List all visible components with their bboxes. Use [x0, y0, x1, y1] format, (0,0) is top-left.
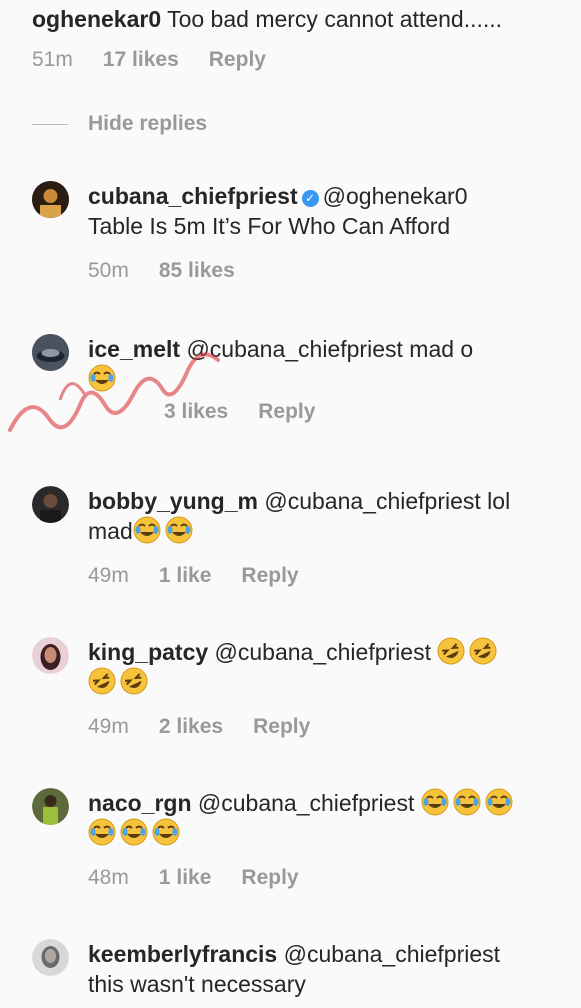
reply-button[interactable]: Reply	[253, 715, 310, 739]
reply-item: ice_melt @cubana_chiefpriest mad o 3 lik…	[32, 334, 573, 424]
reply-item: king_patcy @cubana_chiefpriest 49m 2 lik…	[32, 637, 573, 739]
avatar[interactable]	[32, 788, 69, 825]
face-with-tears-of-joy-emoji	[453, 788, 481, 816]
reply-username[interactable]: naco_rgn	[88, 790, 192, 816]
face-with-tears-of-joy-emoji	[120, 818, 148, 846]
reply-text: naco_rgn @cubana_chiefpriest	[88, 788, 573, 848]
face-with-tears-of-joy-emoji	[88, 818, 116, 846]
rolling-on-floor-laughing-emoji	[469, 637, 497, 665]
top-comment-body: Too bad mercy cannot attend......	[161, 6, 503, 32]
reply-button[interactable]: Reply	[209, 48, 266, 72]
likes-count[interactable]: 17 likes	[103, 48, 179, 72]
likes-count[interactable]: 85 likes	[159, 259, 235, 283]
rolling-on-floor-laughing-emoji	[88, 667, 116, 695]
avatar[interactable]	[32, 939, 69, 976]
mention-link[interactable]: @cubana_chiefpriest	[198, 790, 414, 816]
mention-link[interactable]: @cubana_chiefpriest	[186, 336, 402, 362]
reply-body: mad o	[402, 336, 474, 362]
avatar[interactable]	[32, 486, 69, 523]
divider-line	[32, 123, 68, 125]
face-with-tears-of-joy-emoji	[485, 788, 513, 816]
likes-count[interactable]: 2 likes	[159, 715, 223, 739]
reply-meta: 50m 85 likes	[88, 259, 573, 283]
face-with-tears-of-joy-emoji	[88, 364, 116, 392]
reply-username[interactable]: keemberlyfrancis	[88, 941, 277, 967]
reply-button[interactable]: Reply	[241, 564, 298, 588]
hide-replies-label[interactable]: Hide replies	[88, 112, 207, 136]
mention-link[interactable]: @oghenekar0	[323, 183, 468, 209]
avatar[interactable]	[32, 181, 69, 218]
reply-username[interactable]: ice_melt	[88, 336, 180, 362]
top-comment: oghenekar0 Too bad mercy cannot attend..…	[32, 4, 573, 72]
reply-username[interactable]: cubana_chiefpriest	[88, 183, 298, 209]
reply-button[interactable]: Reply	[241, 866, 298, 890]
reply-text: ice_melt @cubana_chiefpriest mad o	[88, 334, 573, 394]
comment-time: 48m	[88, 866, 129, 889]
comment-time: 49m	[88, 715, 129, 738]
reply-button[interactable]: Reply	[258, 400, 315, 424]
reply-meta: 49m 2 likes Reply	[88, 715, 573, 739]
reply-text: keemberlyfrancis @cubana_chiefpriest thi…	[88, 939, 573, 999]
verified-badge-icon: ✓	[301, 190, 319, 207]
reply-body-line2: this wasn't necessary	[88, 971, 306, 997]
reply-text: king_patcy @cubana_chiefpriest	[88, 637, 573, 697]
face-with-tears-of-joy-emoji	[165, 516, 193, 544]
reply-body-line2: Table Is 5m It’s For Who Can Afford	[88, 213, 451, 239]
top-comment-username[interactable]: oghenekar0	[32, 6, 161, 32]
top-comment-meta: 51m 17 likes Reply	[32, 48, 573, 72]
avatar[interactable]	[32, 637, 69, 674]
reply-meta: 3 likes Reply	[88, 400, 573, 424]
reply-item: cubana_chiefpriest ✓ @oghenekar0 Table Is …	[32, 181, 573, 283]
reply-meta: 48m 1 like Reply	[88, 866, 573, 890]
comment-time: 50m	[88, 259, 129, 282]
reply-item: keemberlyfrancis @cubana_chiefpriest thi…	[32, 939, 573, 999]
hide-replies-toggle[interactable]: Hide replies	[32, 112, 207, 136]
face-with-tears-of-joy-emoji	[133, 516, 161, 544]
face-with-tears-of-joy-emoji	[421, 788, 449, 816]
reply-username[interactable]: king_patcy	[88, 639, 208, 665]
rolling-on-floor-laughing-emoji	[437, 637, 465, 665]
reply-text: cubana_chiefpriest ✓ @oghenekar0 Table Is …	[88, 181, 573, 241]
likes-count[interactable]: 1 like	[159, 866, 212, 890]
comment-time: 49m	[88, 564, 129, 587]
face-with-tears-of-joy-emoji	[152, 818, 180, 846]
reply-meta: 49m 1 like Reply	[88, 564, 573, 588]
rolling-on-floor-laughing-emoji	[120, 667, 148, 695]
top-comment-text: oghenekar0 Too bad mercy cannot attend..…	[32, 4, 573, 34]
likes-count[interactable]: 3 likes	[164, 400, 228, 424]
reply-text: bobby_yung_m @cubana_chiefpriest lol mad	[88, 486, 573, 546]
avatar[interactable]	[32, 334, 69, 371]
mention-link[interactable]: @cubana_chiefpriest	[264, 488, 480, 514]
comment-time: 51m	[32, 48, 73, 71]
likes-count[interactable]: 1 like	[159, 564, 212, 588]
reply-item: naco_rgn @cubana_chiefpriest 48m 1 like …	[32, 788, 573, 890]
mention-link[interactable]: @cubana_chiefpriest	[215, 639, 431, 665]
reply-item: bobby_yung_m @cubana_chiefpriest lol mad…	[32, 486, 573, 588]
reply-body-line2: mad	[88, 518, 133, 544]
reply-username[interactable]: bobby_yung_m	[88, 488, 258, 514]
mention-link[interactable]: @cubana_chiefpriest	[284, 941, 500, 967]
reply-body: lol	[480, 488, 511, 514]
comment-time	[88, 400, 134, 424]
